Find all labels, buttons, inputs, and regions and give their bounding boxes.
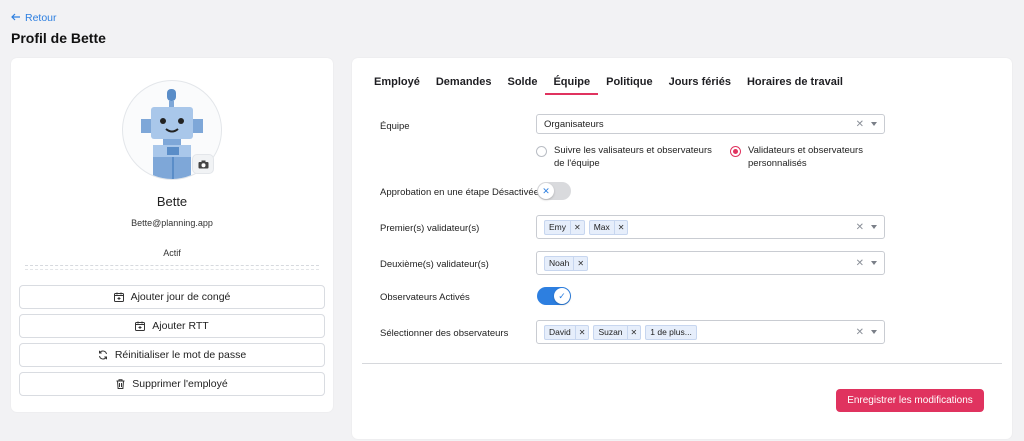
action-label: Supprimer l'employé	[132, 378, 228, 390]
team-select-value: Organisateurs	[544, 118, 604, 130]
calendar-plus-icon	[113, 292, 124, 302]
second-validators-label: Deuxième(s) validateur(s)	[380, 259, 489, 270]
select-observers-label: Sélectionner des observateurs	[380, 328, 509, 339]
single-step-label: Approbation en une étape Désactivée	[380, 187, 539, 198]
arrow-left-icon	[11, 12, 21, 24]
radio-label: Validateurs et observateurs personnalisé…	[748, 145, 863, 169]
clear-icon[interactable]: ✕	[856, 327, 864, 338]
action-label: Ajouter RTT	[152, 320, 209, 332]
radio-label: Suivre les valisateurs et observateurs d…	[554, 145, 712, 169]
validator-chip: Max ✕	[588, 219, 629, 235]
save-button[interactable]: Enregistrer les modifications	[836, 389, 984, 412]
refresh-icon	[98, 350, 107, 360]
more-observers-chip[interactable]: 1 de plus...	[645, 324, 697, 340]
chevron-down-icon[interactable]	[871, 261, 877, 265]
reset-password-button[interactable]: Réinitialiser le mot de passe	[19, 343, 325, 367]
clear-icon[interactable]: ✕	[856, 258, 864, 269]
divider	[25, 269, 319, 270]
observers-select[interactable]: David ✕ Suzan ✕ 1 de plus... ✕	[536, 320, 885, 344]
single-step-toggle[interactable]: ✕	[537, 182, 571, 200]
page-title: Profil de Bette	[11, 30, 106, 46]
calendar-plus-icon	[135, 321, 146, 331]
action-label: Réinitialiser le mot de passe	[114, 349, 247, 361]
tab-work-hours[interactable]: Horaires de travail	[739, 72, 851, 95]
back-label: Retour	[25, 12, 57, 24]
validator-chip: Emy ✕	[544, 219, 585, 235]
status-text: Actif	[163, 248, 181, 258]
chips: Emy ✕ Max ✕	[544, 219, 856, 235]
x-icon: ✕	[538, 183, 554, 199]
user-name: Bette	[156, 194, 188, 209]
chevron-down-icon[interactable]	[871, 122, 877, 126]
trash-icon	[116, 379, 125, 389]
validator-chip: Noah ✕	[544, 255, 589, 271]
tab-balance[interactable]: Solde	[500, 72, 546, 95]
clear-icon[interactable]: ✕	[856, 222, 864, 233]
radio-custom-validators[interactable]: Validateurs et observateurs personnalisé…	[730, 144, 880, 170]
observers-enabled-label: Observateurs Activés	[380, 292, 470, 303]
add-leave-day-button[interactable]: Ajouter jour de congé	[19, 285, 325, 309]
tab-employee[interactable]: Employé	[366, 72, 428, 95]
remove-chip-icon[interactable]: ✕	[613, 220, 628, 234]
check-icon: ✓	[554, 288, 570, 304]
tab-policy[interactable]: Politique	[598, 72, 660, 95]
radio-follow-team[interactable]: Suivre les valisateurs et observateurs d…	[536, 144, 724, 170]
chevron-down-icon[interactable]	[871, 330, 877, 334]
observer-chip: David ✕	[544, 324, 590, 340]
tab-requests[interactable]: Demandes	[428, 72, 500, 95]
radio-button[interactable]	[730, 146, 741, 157]
add-rtt-button[interactable]: Ajouter RTT	[19, 314, 325, 338]
remove-chip-icon[interactable]: ✕	[573, 256, 587, 270]
chips: David ✕ Suzan ✕ 1 de plus...	[544, 324, 856, 340]
remove-chip-icon[interactable]: ✕	[574, 325, 589, 339]
observers-toggle[interactable]: ✓	[537, 287, 571, 305]
divider	[362, 363, 1002, 364]
team-label: Équipe	[380, 121, 410, 132]
action-label: Ajouter jour de congé	[130, 291, 231, 303]
profile-card: Bette Bette@planning.app Actif Ajouter j…	[11, 58, 333, 412]
delete-employee-button[interactable]: Supprimer l'employé	[19, 372, 325, 396]
observer-chip: Suzan ✕	[593, 324, 642, 340]
camera-icon	[198, 160, 208, 168]
second-validators-select[interactable]: Noah ✕ ✕	[536, 251, 885, 275]
radio-button[interactable]	[536, 146, 547, 157]
chevron-down-icon[interactable]	[871, 225, 877, 229]
user-email: Bette@planning.app	[131, 218, 213, 228]
team-settings-card: Employé Demandes Solde Équipe Politique …	[352, 58, 1012, 439]
remove-chip-icon[interactable]: ✕	[570, 220, 584, 234]
tab-holidays[interactable]: Jours fériés	[661, 72, 739, 95]
tab-team[interactable]: Équipe	[545, 72, 598, 95]
divider	[25, 265, 319, 266]
tab-bar: Employé Demandes Solde Équipe Politique …	[366, 72, 851, 95]
chips: Noah ✕	[544, 255, 856, 271]
team-select[interactable]: Organisateurs ✕	[536, 114, 885, 134]
clear-icon[interactable]: ✕	[856, 119, 864, 130]
change-photo-button[interactable]	[192, 154, 214, 174]
first-validators-label: Premier(s) validateur(s)	[380, 223, 480, 234]
first-validators-select[interactable]: Emy ✕ Max ✕ ✕	[536, 215, 885, 239]
remove-chip-icon[interactable]: ✕	[626, 325, 641, 339]
back-link[interactable]: Retour	[11, 12, 57, 24]
